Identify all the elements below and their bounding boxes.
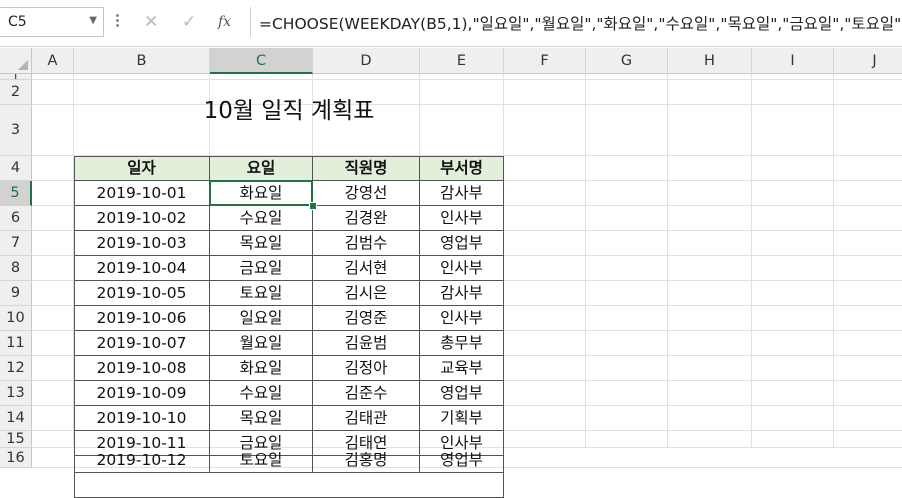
cell-name[interactable]: 김영준 — [313, 306, 420, 331]
sheet-title: 10월 일직 계획표 — [203, 98, 375, 124]
row-header-3[interactable]: 3 — [0, 105, 32, 156]
cell-dept[interactable]: 총무부 — [420, 331, 504, 356]
fill-handle[interactable] — [309, 202, 317, 210]
row-header-8[interactable]: 8 — [0, 256, 32, 281]
cell-weekday[interactable]: 화요일 — [210, 356, 313, 381]
column-header-c[interactable]: C — [210, 48, 313, 74]
select-all-button[interactable] — [0, 48, 32, 74]
cell-date[interactable]: 2019-10-06 — [74, 306, 210, 331]
column-header-d[interactable]: D — [313, 48, 420, 74]
formula-text: =CHOOSE(WEEKDAY(B5,1),"일요일","월요일","화요일",… — [259, 15, 902, 33]
cell-dept[interactable]: 인사부 — [420, 256, 504, 281]
enter-icon[interactable]: ✓ — [182, 12, 196, 32]
row-header-4[interactable]: 4 — [0, 156, 32, 181]
column-header-f[interactable]: F — [504, 48, 586, 74]
cell-date[interactable]: 2019-10-01 — [74, 181, 210, 206]
cell-dept[interactable]: 감사부 — [420, 181, 504, 206]
cell-date[interactable]: 2019-10-09 — [74, 381, 210, 406]
row-header-16[interactable]: 16 — [0, 448, 32, 468]
cell-name[interactable]: 김범수 — [313, 231, 420, 256]
column-header-h[interactable]: H — [668, 48, 752, 74]
row-header-15[interactable]: 15 — [0, 431, 32, 448]
cell-date[interactable]: 2019-10-03 — [74, 231, 210, 256]
cell-dept[interactable]: 영업부 — [420, 448, 504, 473]
cell-name[interactable]: 김준수 — [313, 381, 420, 406]
cell-date[interactable]: 2019-10-08 — [74, 356, 210, 381]
more-options-icon[interactable] — [112, 12, 122, 32]
cell-date[interactable]: 2019-10-10 — [74, 406, 210, 431]
cell-weekday[interactable]: 화요일 — [210, 181, 313, 206]
name-box-value: C5 — [8, 14, 27, 30]
cell-name[interactable]: 김정아 — [313, 356, 420, 381]
cell-weekday[interactable]: 수요일 — [210, 206, 313, 231]
insert-function-icon[interactable]: fx — [218, 14, 231, 30]
row-header-11[interactable]: 11 — [0, 331, 32, 356]
cell-name[interactable]: 김태관 — [313, 406, 420, 431]
cell-dept[interactable]: 인사부 — [420, 206, 504, 231]
cell-date[interactable]: 2019-10-12 — [74, 448, 210, 473]
cell-weekday[interactable]: 목요일 — [210, 231, 313, 256]
cell-name[interactable]: 김시은 — [313, 281, 420, 306]
cell-date[interactable]: 2019-10-05 — [74, 281, 210, 306]
cell-dept[interactable]: 기획부 — [420, 406, 504, 431]
row-header-9[interactable]: 9 — [0, 281, 32, 306]
cell-weekday[interactable]: 금요일 — [210, 256, 313, 281]
gridline-vertical — [585, 74, 586, 448]
gridline-horizontal — [32, 79, 902, 80]
row-header-5[interactable]: 5 — [0, 181, 32, 206]
cell-date[interactable]: 2019-10-04 — [74, 256, 210, 281]
column-header-j[interactable]: J — [834, 48, 902, 74]
name-box[interactable]: C5 ▼ — [0, 7, 104, 37]
cell-date[interactable]: 2019-10-07 — [74, 331, 210, 356]
divider — [0, 46, 902, 47]
column-header-a[interactable]: A — [32, 48, 74, 74]
table-header-name: 직원명 — [313, 156, 420, 181]
row-header-14[interactable]: 14 — [0, 406, 32, 431]
column-header-e[interactable]: E — [420, 48, 504, 74]
column-header-g[interactable]: G — [586, 48, 668, 74]
cell-weekday[interactable]: 목요일 — [210, 406, 313, 431]
row-header-6[interactable]: 6 — [0, 206, 32, 231]
cancel-icon[interactable]: ✕ — [144, 12, 158, 32]
formula-bar-area: C5 ▼ ✕ ✓ fx =CHOOSE(WEEKDAY(B5,1),"일요일",… — [0, 0, 902, 48]
cell-weekday[interactable]: 토요일 — [210, 448, 313, 473]
cell-weekday[interactable]: 일요일 — [210, 306, 313, 331]
cell-dept[interactable]: 영업부 — [420, 381, 504, 406]
cell-name[interactable]: 김서현 — [313, 256, 420, 281]
cell-dept[interactable]: 감사부 — [420, 281, 504, 306]
formula-input[interactable]: =CHOOSE(WEEKDAY(B5,1),"일요일","월요일","화요일",… — [250, 7, 902, 37]
row-header-2[interactable]: 2 — [0, 80, 32, 105]
row-header-7[interactable]: 7 — [0, 231, 32, 256]
cell-weekday[interactable]: 수요일 — [210, 381, 313, 406]
cell-name[interactable]: 김홍명 — [313, 448, 420, 473]
cell-dept[interactable]: 교육부 — [420, 356, 504, 381]
gridline-vertical — [667, 74, 668, 448]
cell-weekday[interactable]: 월요일 — [210, 331, 313, 356]
table-header-dept: 부서명 — [420, 156, 504, 181]
cell-name[interactable]: 강영선 — [313, 181, 420, 206]
gridline-vertical — [751, 74, 752, 448]
column-header-b[interactable]: B — [74, 48, 210, 74]
gridline-vertical — [833, 74, 834, 448]
formula-buttons: ✕ ✓ fx — [130, 8, 246, 38]
cell-date[interactable]: 2019-10-02 — [74, 206, 210, 231]
column-header-i[interactable]: I — [752, 48, 834, 74]
row-header-12[interactable]: 12 — [0, 356, 32, 381]
chevron-down-icon[interactable]: ▼ — [89, 15, 97, 26]
row-header-10[interactable]: 10 — [0, 306, 32, 331]
worksheet-grid[interactable]: ABCDEFGHIJ1234567891011121314151610월 일직 … — [0, 48, 902, 498]
row-header-13[interactable]: 13 — [0, 381, 32, 406]
cell-name[interactable]: 김경완 — [313, 206, 420, 231]
cell-weekday[interactable]: 토요일 — [210, 281, 313, 306]
cell-dept[interactable]: 인사부 — [420, 306, 504, 331]
cell-dept[interactable]: 영업부 — [420, 231, 504, 256]
table-header-weekday: 요일 — [210, 156, 313, 181]
cell-name[interactable]: 김윤범 — [313, 331, 420, 356]
table-header-date: 일자 — [74, 156, 210, 181]
